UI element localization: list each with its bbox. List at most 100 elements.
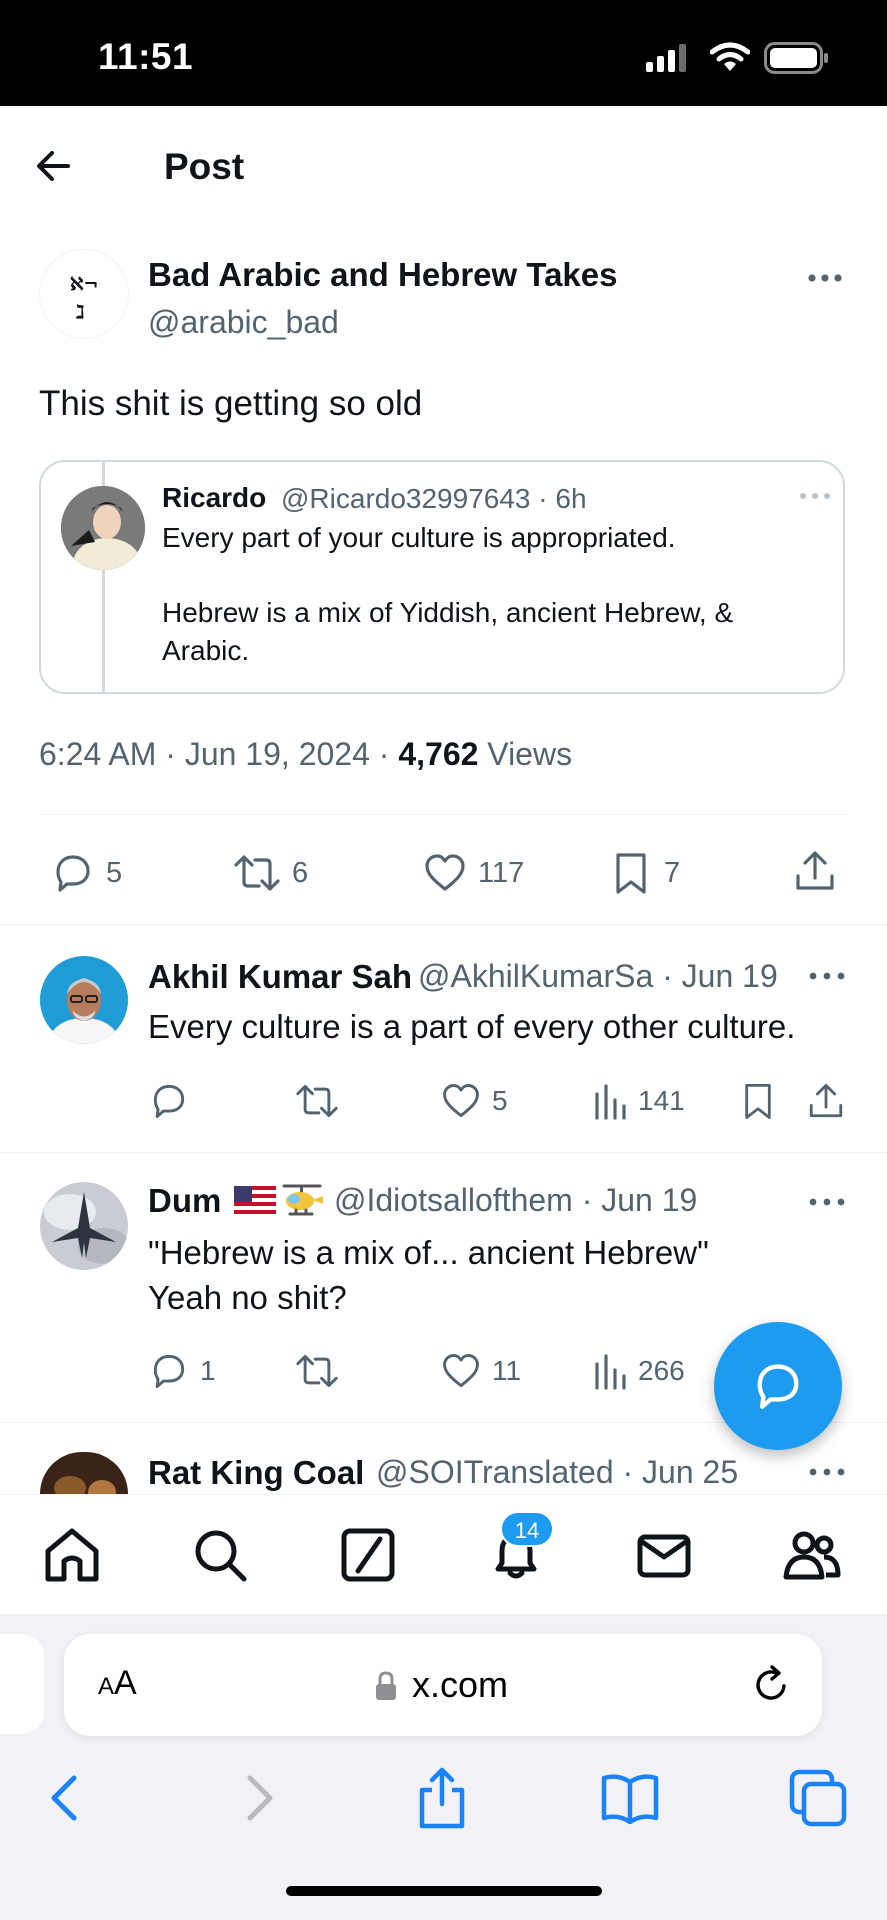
reply-text-line: Yeah no shit? <box>148 1279 347 1316</box>
bar-chart-icon <box>595 1084 626 1120</box>
reply-author-name[interactable]: Rat King Coal <box>148 1454 364 1492</box>
bookmark-icon <box>616 853 646 894</box>
aa-small: A <box>98 1673 115 1700</box>
reload-icon <box>756 1665 786 1700</box>
ellipsis-icon <box>809 972 845 980</box>
reply-button[interactable]: 5 <box>50 850 122 896</box>
bottom-tab-bar: 14 <box>0 1494 887 1615</box>
reply-author-name[interactable]: Akhil Kumar Sah <box>148 958 410 996</box>
quoted-tweet-card[interactable]: Ricardo @Ricardo32997643 · 6h Every part… <box>39 460 845 694</box>
chevron-left-icon <box>51 1775 77 1821</box>
repost-button[interactable] <box>294 1080 350 1122</box>
like-count: 11 <box>492 1355 522 1386</box>
browser-tabs-button[interactable] <box>786 1766 850 1830</box>
like-count: 117 <box>478 856 525 889</box>
post-timestamp-views: 6:24 AM · Jun 19, 2024 · 4,762 Views <box>39 736 572 773</box>
reply-more-button[interactable] <box>807 1192 847 1212</box>
people-icon <box>783 1531 841 1580</box>
like-button[interactable]: 11 <box>440 1350 521 1392</box>
signal-icon <box>646 44 690 72</box>
reply-count: 5 <box>106 856 123 889</box>
page-title: Post <box>164 146 245 187</box>
repost-button[interactable]: 6 <box>232 850 308 896</box>
views-button[interactable]: 141 <box>592 1080 685 1122</box>
share-icon <box>796 851 834 890</box>
tab-search[interactable] <box>188 1523 252 1587</box>
reply-more-button[interactable] <box>807 1462 847 1482</box>
ellipsis-icon <box>809 1468 845 1476</box>
battery-icon <box>764 42 830 74</box>
quote-author-handle: @Ricardo32997643 · 6h <box>281 483 587 514</box>
heart-icon <box>443 1354 479 1388</box>
reply-author-handle[interactable]: @Idiotsallofthem · Jun 19 <box>334 1182 697 1219</box>
book-icon <box>601 1774 659 1825</box>
reply-author-name[interactable]: Dum <box>148 1182 221 1220</box>
views-label: Views <box>478 736 573 772</box>
share-button[interactable] <box>806 1080 846 1122</box>
bookmark-button[interactable] <box>738 1080 778 1122</box>
views-count: 4,762 <box>398 736 479 772</box>
tab-home[interactable] <box>40 1523 104 1587</box>
reply-text: Every culture is a part of every other c… <box>148 1008 796 1045</box>
browser-bookmarks-button[interactable] <box>598 1766 662 1830</box>
url-text: x.com <box>412 1664 509 1705</box>
reply-button[interactable]: 1 <box>148 1350 216 1392</box>
repost-count: 6 <box>292 856 309 889</box>
quote-avatar[interactable] <box>61 486 145 570</box>
reload-button[interactable] <box>752 1664 792 1706</box>
browser-forward-button[interactable] <box>226 1766 290 1830</box>
share-button[interactable] <box>792 848 838 894</box>
like-button[interactable]: 5 <box>440 1080 508 1122</box>
author-handle[interactable]: @arabic_bad <box>148 304 339 341</box>
status-bar: 11:51 <box>0 0 887 106</box>
views-count: 141 <box>638 1085 685 1116</box>
ellipsis-icon <box>809 1198 845 1206</box>
share-icon <box>809 1083 843 1118</box>
more-options-button[interactable] <box>800 262 850 294</box>
compose-reply-fab[interactable] <box>714 1322 842 1450</box>
bookmark-count: 7 <box>664 856 681 889</box>
wifi-icon <box>710 42 750 72</box>
reply-avatar[interactable] <box>40 1182 128 1270</box>
back-button[interactable] <box>30 140 90 192</box>
tab-messages[interactable] <box>632 1523 696 1587</box>
divider <box>0 924 887 925</box>
reply-text-line: "Hebrew is a mix of... ancient Hebrew" <box>148 1234 709 1271</box>
post-text: This shit is getting so old <box>39 384 423 423</box>
quote-text-line: Hebrew is a mix of Yiddish, ancient Hebr… <box>162 597 734 666</box>
bookmark-button[interactable]: 7 <box>608 850 680 896</box>
lock-icon <box>374 1670 398 1702</box>
reply-avatar[interactable] <box>40 1452 128 1494</box>
reply-author-handle[interactable]: @SOITranslated · Jun 25 <box>376 1454 738 1491</box>
tab-grok[interactable] <box>336 1523 400 1587</box>
like-button[interactable]: 117 <box>422 850 524 896</box>
author-name[interactable]: Bad Arabic and Hebrew Takes <box>148 256 618 294</box>
address-bar[interactable]: AA x.com <box>64 1634 822 1736</box>
author-avatar[interactable]: ℵ¬ ℷ <box>40 250 128 338</box>
bookmark-icon <box>745 1083 771 1119</box>
share-icon <box>419 1767 465 1829</box>
reply-author-handle[interactable]: @AkhilKumarSa · Jun 19 <box>418 958 788 995</box>
quote-ellipsis-icon <box>795 486 835 506</box>
bar-chart-icon <box>595 1354 626 1390</box>
previous-tab-preview[interactable] <box>0 1634 44 1734</box>
browser-back-button[interactable] <box>34 1766 98 1830</box>
views-button[interactable]: 266 <box>592 1350 685 1392</box>
ellipsis-icon <box>808 274 842 282</box>
reader-settings-button[interactable]: AA <box>98 1664 137 1703</box>
status-time: 11:51 <box>98 36 194 77</box>
tab-communities[interactable] <box>780 1523 844 1587</box>
reply-avatar[interactable] <box>40 956 128 1044</box>
mail-icon <box>637 1534 691 1578</box>
browser-share-button[interactable] <box>410 1766 474 1830</box>
home-indicator <box>286 1886 602 1896</box>
tabs-icon <box>789 1769 847 1827</box>
avatar-glyph-top: ℵ¬ <box>70 274 99 295</box>
views-count: 266 <box>638 1355 685 1386</box>
chevron-right-icon <box>247 1775 273 1821</box>
heart-icon <box>425 854 465 891</box>
reply-button[interactable] <box>148 1080 200 1122</box>
reply-more-button[interactable] <box>807 966 847 986</box>
home-icon <box>45 1528 99 1582</box>
repost-button[interactable] <box>294 1350 350 1392</box>
